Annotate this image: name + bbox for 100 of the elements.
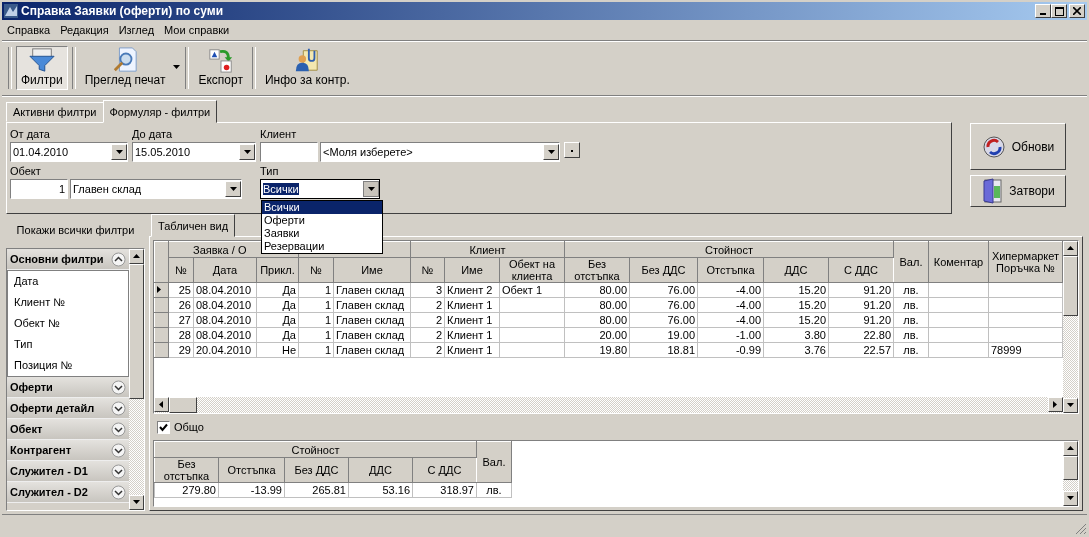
scroll-thumb[interactable] [1063,256,1078,316]
table-cell: 78999 [988,342,1063,358]
menu-item[interactable]: Мои справки [159,24,235,36]
resize-grip-icon[interactable] [1075,523,1087,535]
refresh-button[interactable]: Обнови [970,123,1066,170]
scroll-thumb[interactable] [129,264,144,399]
filter-group-header[interactable]: Контрагент [7,440,129,461]
vertical-scrollbar[interactable] [1063,241,1078,413]
column-header[interactable]: Хипермаркет Поръчка № [988,241,1063,283]
object-combo[interactable]: Главен склад [70,179,242,199]
table-cell: 15.20 [763,312,829,328]
table-cell: -1.00 [697,327,764,343]
dropdown-option[interactable]: Оферти [262,214,382,227]
checkbox[interactable] [157,420,170,434]
table-cell: -0.99 [697,342,764,358]
caret-down-icon [242,147,252,157]
column-header[interactable]: Вал. [893,241,929,283]
filter-item[interactable]: Обект № [8,313,128,334]
client-code-field[interactable] [260,142,318,162]
table-cell: 08.04.2010 [193,297,257,313]
date-field[interactable]: 15.05.2010 [132,142,256,162]
column-header[interactable]: Коментар [928,241,989,283]
caret-down-icon [228,184,238,194]
caret-down-icon [1066,494,1075,503]
filter-group-header[interactable]: Обект [7,419,129,440]
magnifier-page-icon [111,47,140,73]
table-cell: 22.80 [828,327,894,343]
table-cell: Главен склад [333,312,411,328]
table-cell: Клиент 1 [444,297,500,313]
filter-item[interactable]: Дата [8,271,128,292]
vertical-scrollbar[interactable] [129,249,144,510]
filter-group-header[interactable]: Оферти [7,377,129,398]
table-cell: 91.20 [828,312,894,328]
table-cell: 22.57 [828,342,894,358]
filter-item[interactable]: Позиция № [8,355,128,376]
table-cell: -13.99 [218,482,285,498]
table-cell: лв. [893,282,929,298]
table-cell: 91.20 [828,282,894,298]
filter-group-header[interactable]: Оферти детайл [7,398,129,419]
window-title: Справка Заявки (оферти) по суми [21,4,225,18]
table-cell: лв. [893,327,929,343]
client-combo[interactable]: <Моля изберете> [320,142,560,162]
table-cell: 2 [410,297,445,313]
close-form-button[interactable]: Затвори [970,175,1066,207]
refresh-icon [981,134,1006,159]
chevron-down-icon [111,421,126,437]
maximize-button[interactable] [1051,4,1067,18]
column-group-header: Стойност [154,441,477,458]
toolbar-button[interactable]: Експорт [193,46,248,90]
filter-group-header[interactable]: Служител - D1 [7,461,129,482]
table-cell: 20.04.2010 [193,342,257,358]
vertical-scrollbar[interactable] [1063,441,1078,506]
close-button[interactable] [1069,4,1085,18]
tab[interactable]: Активни филтри [6,102,104,122]
browse-button[interactable] [564,142,580,158]
toolbar-button[interactable]: Филтри [16,46,68,90]
date-field[interactable]: 01.04.2010 [10,142,128,162]
chevron-down-icon [111,463,126,479]
menu-item[interactable]: Изглед [113,24,160,36]
object-code-field[interactable]: 1 [10,179,68,199]
filter-group-header[interactable]: Служител - D2 [7,482,129,503]
table-cell: 20.00 [564,327,630,343]
table-cell: 3.76 [763,342,829,358]
caret-up-icon [1066,244,1075,253]
caret-down-icon [172,63,182,72]
scroll-thumb[interactable] [169,397,197,413]
app-icon [4,4,18,18]
horizontal-scrollbar[interactable] [154,397,1063,413]
caret-down-icon [546,147,556,157]
table-cell: 53.16 [348,482,413,498]
column-header[interactable]: Вал. [476,441,512,483]
table-cell: лв. [893,312,929,328]
filter-item[interactable]: Тип [8,334,128,355]
table-cell: 19.00 [629,327,698,343]
table-cell: 318.97 [412,482,477,498]
table-cell: 27 [168,312,194,328]
table-cell: 80.00 [564,312,630,328]
chevron-down-icon [111,484,126,500]
tab[interactable]: Формуляр - филтри [102,100,218,123]
menu-item[interactable]: Редакция [55,24,114,36]
column-header[interactable]: Без отстъпка [154,457,219,483]
table-cell: Клиент 1 [444,312,500,328]
table-cell: Главен склад [333,342,411,358]
filter-group-header[interactable]: Основни филтри [7,249,129,270]
table-cell: 265.81 [284,482,349,498]
caret-up-icon [1066,444,1075,453]
chevron-down-icon [111,379,126,395]
scroll-thumb[interactable] [1063,456,1078,480]
toolbar-button[interactable]: Инфо за контр. [259,46,355,90]
dropdown-option[interactable]: Заявки [262,227,382,240]
table-cell: 1 [298,282,334,298]
table-cell: Главен склад [333,297,411,313]
minimize-button[interactable] [1035,4,1051,18]
table-cell: 18.81 [629,342,698,358]
menu-item[interactable]: Справка [2,24,56,36]
tab[interactable]: Табличен вид [151,214,236,237]
table-cell: Да [256,282,299,298]
filter-item[interactable]: Клиент № [8,292,128,313]
dropdown-option[interactable]: Всички [262,201,382,214]
toolbar-button[interactable]: Преглед печат [79,46,171,90]
